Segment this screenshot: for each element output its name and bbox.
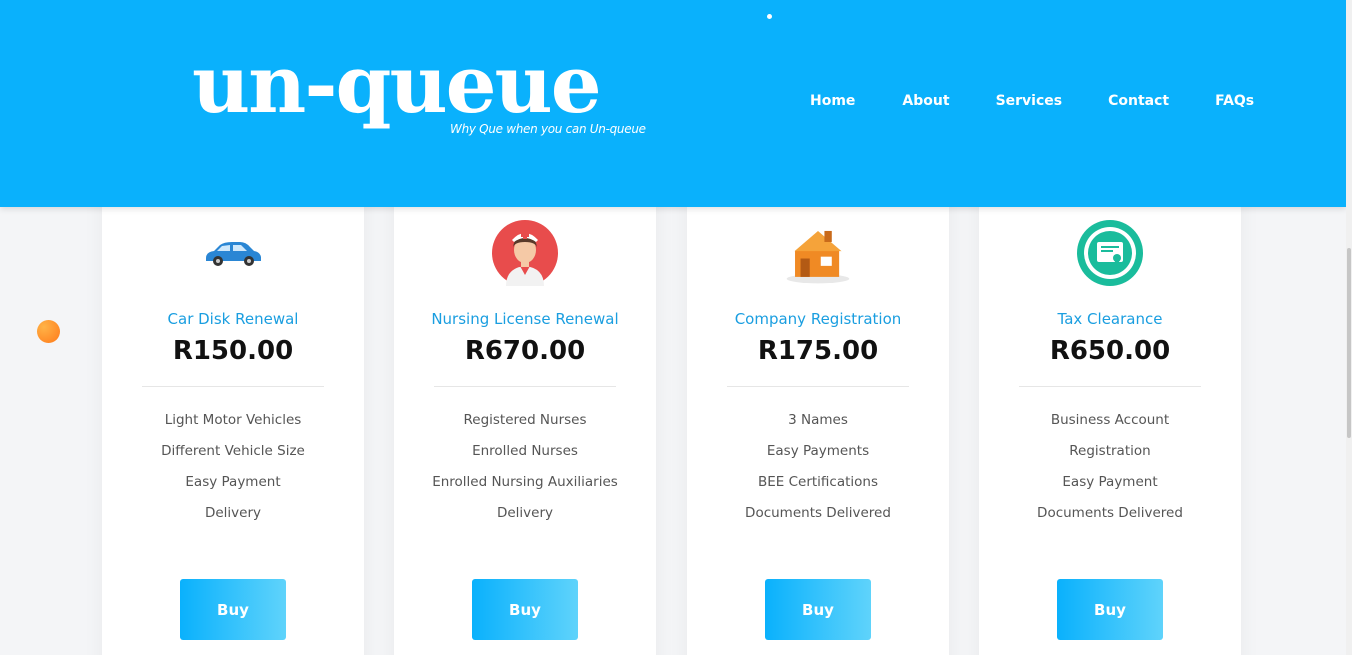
nurse-icon: [491, 219, 559, 287]
service-card-tax-clearance: Tax Clearance R650.00 Business Account R…: [979, 160, 1241, 655]
scrollbar[interactable]: [1346, 0, 1352, 655]
feature-list: Business Account Registration Easy Payme…: [979, 409, 1241, 533]
logo-text: un-queue: [192, 37, 602, 131]
feature-item: 3 Names: [788, 412, 848, 428]
card-title: Company Registration: [734, 310, 902, 328]
logo[interactable]: un-queue Why Que when you can Un-queue: [192, 44, 646, 146]
feature-item: Delivery: [496, 505, 554, 521]
feature-item: Registration: [1069, 443, 1151, 459]
nav-home[interactable]: Home: [810, 93, 855, 109]
site-header: un-queue Why Que when you can Un-queue H…: [0, 0, 1346, 207]
feature-item: BEE Certifications: [757, 474, 879, 490]
card-divider: [727, 386, 909, 387]
house-icon: [784, 219, 852, 287]
feature-item: Documents Delivered: [745, 505, 891, 521]
card-price: R650.00: [1049, 336, 1171, 366]
feature-item: Easy Payment: [185, 474, 281, 490]
feature-list: Registered Nurses Enrolled Nurses Enroll…: [394, 409, 656, 533]
service-card-nursing-license: Nursing License Renewal R670.00 Register…: [394, 160, 656, 655]
card-divider: [142, 386, 324, 387]
buy-button-company-registration[interactable]: Buy: [765, 579, 871, 640]
feature-item: Delivery: [204, 505, 262, 521]
card-price: R175.00: [757, 336, 879, 366]
header-dot: [767, 14, 772, 19]
certificate-icon: [1076, 219, 1144, 287]
service-card-car-disk: Car Disk Renewal R150.00 Light Motor Veh…: [102, 160, 364, 655]
feature-item: Enrolled Nurses: [472, 443, 578, 459]
feature-item: Enrolled Nursing Auxiliaries: [432, 474, 618, 490]
card-title: Nursing License Renewal: [431, 310, 619, 328]
card-price: R150.00: [172, 336, 294, 366]
card-title: Tax Clearance: [1057, 310, 1163, 328]
card-price: R670.00: [464, 336, 586, 366]
card-divider: [1019, 386, 1201, 387]
floating-orb[interactable]: [37, 320, 60, 343]
feature-item: Easy Payments: [766, 443, 870, 459]
scrollbar-thumb[interactable]: [1347, 248, 1351, 438]
feature-item: Different Vehicle Size: [161, 443, 305, 459]
main-nav: Home About Services Contact FAQs: [810, 93, 1254, 109]
feature-item: Documents Delivered: [1037, 505, 1183, 521]
logo-tagline: Why Que when you can Un-queue: [450, 122, 646, 136]
card-title: Car Disk Renewal: [167, 310, 299, 328]
service-card-company-registration: Company Registration R175.00 3 Names Eas…: [687, 160, 949, 655]
car-icon: [199, 219, 267, 287]
feature-item: Registered Nurses: [463, 412, 587, 428]
nav-faqs[interactable]: FAQs: [1215, 93, 1254, 109]
buy-button-nursing-license[interactable]: Buy: [472, 579, 578, 640]
feature-list: Light Motor Vehicles Different Vehicle S…: [102, 409, 364, 533]
nav-contact[interactable]: Contact: [1108, 93, 1169, 109]
feature-item: Easy Payment: [1062, 474, 1158, 490]
feature-list: 3 Names Easy Payments BEE Certifications…: [687, 409, 949, 533]
nav-about[interactable]: About: [902, 93, 949, 109]
buy-button-car-disk[interactable]: Buy: [180, 579, 286, 640]
buy-button-tax-clearance[interactable]: Buy: [1057, 579, 1163, 640]
feature-item: Business Account: [1050, 412, 1170, 428]
feature-item: Light Motor Vehicles: [164, 412, 302, 428]
card-divider: [434, 386, 616, 387]
nav-services[interactable]: Services: [996, 93, 1063, 109]
